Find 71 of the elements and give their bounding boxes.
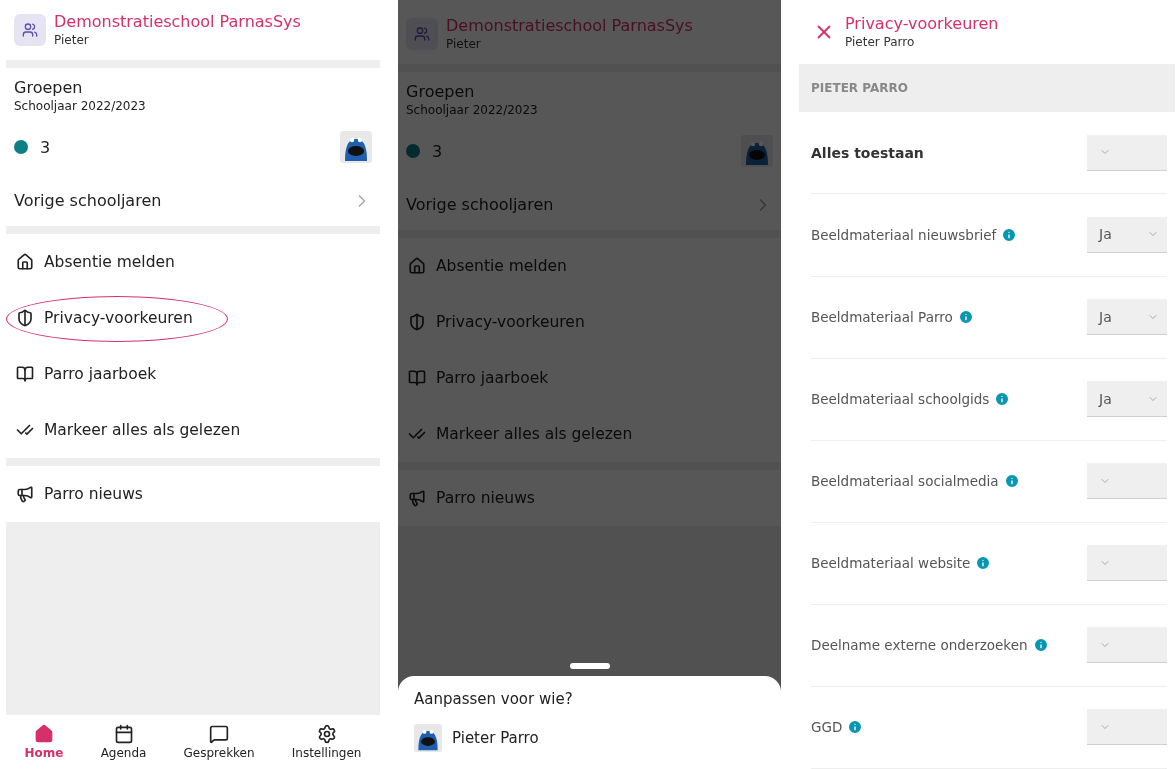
setting-label: Beeldmateriaal socialmedia <box>811 473 1020 490</box>
dropdown-field[interactable] <box>1087 134 1167 171</box>
section-title: Groepen <box>14 78 84 98</box>
users-icon <box>22 22 38 38</box>
info-icon[interactable] <box>994 391 1011 408</box>
previous-years-label: Vorige schooljaren <box>14 191 162 211</box>
monster-avatar <box>414 724 442 752</box>
menu-item[interactable]: Privacy-voorkeuren <box>6 290 380 346</box>
group-number: 3 <box>40 137 51 157</box>
house-user-icon <box>408 257 426 275</box>
previous-years-row[interactable]: Vorige schooljaren <box>6 176 380 226</box>
info-icon[interactable] <box>1032 637 1049 654</box>
previous-years-label: Vorige schooljaren <box>406 195 554 215</box>
monster-avatar <box>741 135 773 167</box>
menu-item[interactable]: Parro nieuws <box>6 466 380 522</box>
status-dot <box>14 140 28 154</box>
setting-label: Alles toestaan <box>811 144 924 161</box>
dropdown-field[interactable] <box>1087 627 1167 664</box>
dropdown-field[interactable] <box>1087 709 1167 746</box>
house-user-icon <box>16 253 34 271</box>
megaphone-icon <box>16 485 34 503</box>
setting-label: Beeldmateriaal schoolgids <box>811 391 1011 408</box>
info-icon[interactable] <box>1001 226 1018 243</box>
school-year: Schooljaar 2022/2023 <box>406 102 539 118</box>
info-icon[interactable] <box>957 309 974 326</box>
page-title: Privacy-voorkeuren <box>845 13 999 34</box>
setting-label: Deelname externe onderzoeken <box>811 637 1049 654</box>
sheet-title: Aanpassen voor wie? <box>414 690 574 708</box>
calendar-icon <box>113 724 134 744</box>
tab-item[interactable]: Gesprekken <box>183 724 255 760</box>
tab-item[interactable]: Home <box>24 724 64 760</box>
group-row[interactable]: 3 <box>6 118 380 176</box>
chat-icon <box>209 724 230 744</box>
setting-label: Beeldmateriaal Parro <box>811 309 974 326</box>
school-year: Schooljaar 2022/2023 <box>14 98 147 114</box>
megaphone-icon <box>408 489 426 507</box>
user-name: Pieter <box>54 32 90 48</box>
info-icon[interactable] <box>975 555 992 572</box>
child-name: Pieter Parro <box>845 33 916 50</box>
book-icon <box>408 369 426 387</box>
person-option[interactable]: Pieter Parro <box>414 724 765 752</box>
dropdown-field[interactable]: Ja <box>1087 299 1167 336</box>
school-name: Demonstratieschool ParnasSys <box>54 12 301 32</box>
info-icon[interactable] <box>1003 473 1020 490</box>
shield-icon <box>408 313 426 331</box>
user-name: Pieter <box>446 36 482 52</box>
shield-icon <box>16 309 34 327</box>
group-number: 3 <box>432 141 443 161</box>
dropdown-field[interactable] <box>1087 463 1167 500</box>
dropdown-field[interactable] <box>1087 545 1167 582</box>
section-header: PIETER PARRO <box>799 63 1175 113</box>
tab-item[interactable]: Instellingen <box>291 724 362 760</box>
section-title: Groepen <box>406 82 476 102</box>
tab-item[interactable]: Agenda <box>100 724 147 760</box>
sheet-handle[interactable] <box>569 663 610 669</box>
settings-icon <box>316 724 337 744</box>
book-icon <box>16 365 34 383</box>
menu-item[interactable]: Absentie melden <box>6 234 380 290</box>
menu-item[interactable]: Parro jaarboek <box>6 346 380 402</box>
users-icon <box>414 26 430 42</box>
setting-label: Beeldmateriaal website <box>811 555 992 572</box>
dropdown-field[interactable]: Ja <box>1087 381 1167 418</box>
monster-avatar <box>340 131 372 163</box>
setting-label: Beeldmateriaal nieuwsbrief <box>811 226 1018 243</box>
school-name: Demonstratieschool ParnasSys <box>446 16 693 36</box>
status-dot <box>406 144 420 158</box>
menu-item[interactable]: Markeer alles als gelezen <box>6 402 380 458</box>
info-icon[interactable] <box>847 719 864 736</box>
home-icon <box>34 724 55 744</box>
dropdown-field[interactable]: Ja <box>1087 216 1167 253</box>
setting-label: GGD <box>811 719 864 736</box>
